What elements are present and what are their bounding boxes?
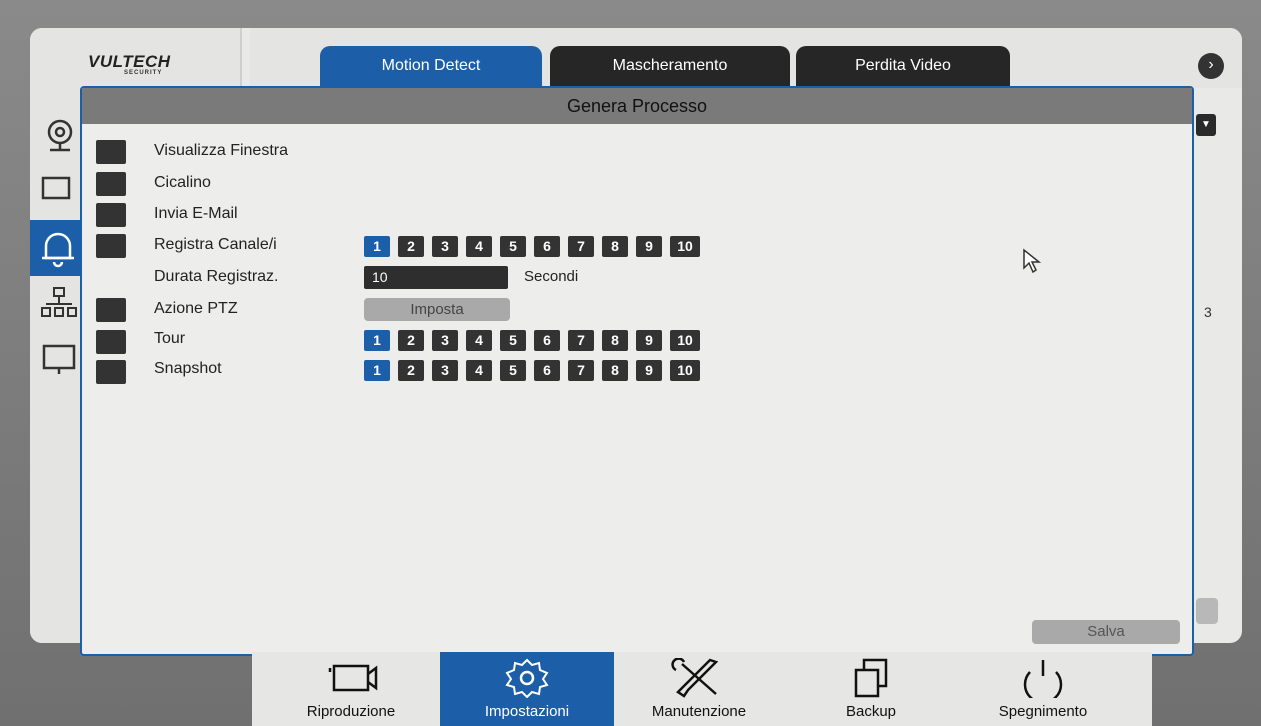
record-channel-5[interactable]: 5: [500, 236, 526, 257]
dropdown-arrow-button[interactable]: ▼: [1196, 114, 1216, 136]
monitor-icon[interactable]: [40, 340, 80, 380]
tour-channel-10[interactable]: 10: [670, 330, 700, 351]
nav-riproduzione-label: Riproduzione: [306, 703, 396, 720]
tour-channel-3[interactable]: 3: [432, 330, 458, 351]
snapshot-channel-1[interactable]: 1: [364, 360, 390, 381]
ptz-action-label: Azione PTZ: [154, 300, 238, 317]
dialog-title: Genera Processo: [82, 88, 1192, 124]
tour-channel-7[interactable]: 7: [568, 330, 594, 351]
record-channel-9[interactable]: 9: [636, 236, 662, 257]
power-icon: [1023, 660, 1063, 698]
snapshot-channel-selector: 1 2 3 4 5 6 7 8 9 10: [364, 360, 700, 381]
record-channel-1[interactable]: 1: [364, 236, 390, 257]
nav-manutenzione[interactable]: Manutenzione: [612, 652, 786, 726]
snapshot-channel-9[interactable]: 9: [636, 360, 662, 381]
show-window-label: Visualizza Finestra: [154, 142, 288, 159]
brand-logo: VULTECH SECURITY: [88, 52, 171, 76]
tab-perdita-video[interactable]: Perdita Video: [796, 46, 1010, 88]
snapshot-checkbox[interactable]: [96, 360, 126, 384]
tour-channel-5[interactable]: 5: [500, 330, 526, 351]
network-icon[interactable]: [40, 284, 80, 324]
snapshot-label: Snapshot: [154, 360, 222, 377]
duration-unit-label: Secondi: [524, 268, 579, 285]
record-channels-checkbox[interactable]: [96, 234, 126, 258]
record-channel-3[interactable]: 3: [432, 236, 458, 257]
tour-channel-6[interactable]: 6: [534, 330, 560, 351]
tour-channel-4[interactable]: 4: [466, 330, 492, 351]
nav-spegnimento[interactable]: Spegnimento: [956, 652, 1130, 726]
record-channel-7[interactable]: 7: [568, 236, 594, 257]
record-channel-selector: 1 2 3 4 5 6 7 8 9 10: [364, 236, 700, 257]
send-email-checkbox[interactable]: [96, 203, 126, 227]
tab-motion-detect[interactable]: Motion Detect: [320, 46, 542, 88]
nav-manutenzione-label: Manutenzione: [651, 703, 747, 720]
record-channel-2[interactable]: 2: [398, 236, 424, 257]
bell-icon: [42, 232, 74, 268]
snapshot-channel-5[interactable]: 5: [500, 360, 526, 381]
ptz-action-checkbox[interactable]: [96, 298, 126, 322]
record-duration-label: Durata Registraz.: [154, 268, 279, 285]
nav-backup-label: Backup: [845, 703, 897, 720]
generate-process-dialog: Genera Processo Visualizza Finestra Cica…: [80, 86, 1194, 656]
nav-impostazioni[interactable]: Impostazioni: [440, 652, 614, 726]
copy-icon: [854, 658, 888, 698]
record-channel-6[interactable]: 6: [534, 236, 560, 257]
background-value: 3: [1204, 304, 1212, 320]
gear-icon: [505, 658, 549, 698]
snapshot-channel-3[interactable]: 3: [432, 360, 458, 381]
nav-spegnimento-label: Spegnimento: [998, 703, 1088, 720]
nav-riproduzione[interactable]: Riproduzione: [264, 652, 438, 726]
tour-checkbox[interactable]: [96, 330, 126, 354]
mouse-cursor-icon: [1023, 248, 1042, 274]
snapshot-channel-8[interactable]: 8: [602, 360, 628, 381]
snapshot-channel-7[interactable]: 7: [568, 360, 594, 381]
tour-label: Tour: [154, 330, 186, 347]
snapshot-channel-2[interactable]: 2: [398, 360, 424, 381]
sidebar-item-alarm[interactable]: [30, 220, 82, 276]
nav-backup[interactable]: Backup: [784, 652, 958, 726]
tour-channel-9[interactable]: 9: [636, 330, 662, 351]
nav-impostazioni-label: Impostazioni: [484, 703, 570, 720]
background-button[interactable]: [1196, 598, 1218, 624]
record-channel-4[interactable]: 4: [466, 236, 492, 257]
buzzer-label: Cicalino: [154, 174, 211, 191]
snapshot-channel-6[interactable]: 6: [534, 360, 560, 381]
record-icon[interactable]: [40, 166, 80, 206]
tour-channel-8[interactable]: 8: [602, 330, 628, 351]
ptz-setup-button[interactable]: Imposta: [364, 298, 510, 321]
camera-icon: [328, 664, 378, 692]
tour-channel-1[interactable]: 1: [364, 330, 390, 351]
save-button[interactable]: Salva: [1032, 620, 1180, 644]
record-channels-label: Registra Canale/i: [154, 236, 277, 253]
camera-lens-icon[interactable]: [40, 116, 80, 156]
snapshot-channel-4[interactable]: 4: [466, 360, 492, 381]
next-arrow-button[interactable]: ›: [1198, 53, 1224, 79]
show-window-checkbox[interactable]: [96, 140, 126, 164]
send-email-label: Invia E-Mail: [154, 205, 238, 222]
tour-channel-2[interactable]: 2: [398, 330, 424, 351]
tools-icon: [671, 658, 719, 698]
snapshot-channel-10[interactable]: 10: [670, 360, 700, 381]
tour-channel-selector: 1 2 3 4 5 6 7 8 9 10: [364, 330, 700, 351]
record-channel-10[interactable]: 10: [670, 236, 700, 257]
record-channel-8[interactable]: 8: [602, 236, 628, 257]
record-duration-input[interactable]: 10: [364, 266, 508, 289]
buzzer-checkbox[interactable]: [96, 172, 126, 196]
tab-mascheramento[interactable]: Mascheramento: [550, 46, 790, 88]
